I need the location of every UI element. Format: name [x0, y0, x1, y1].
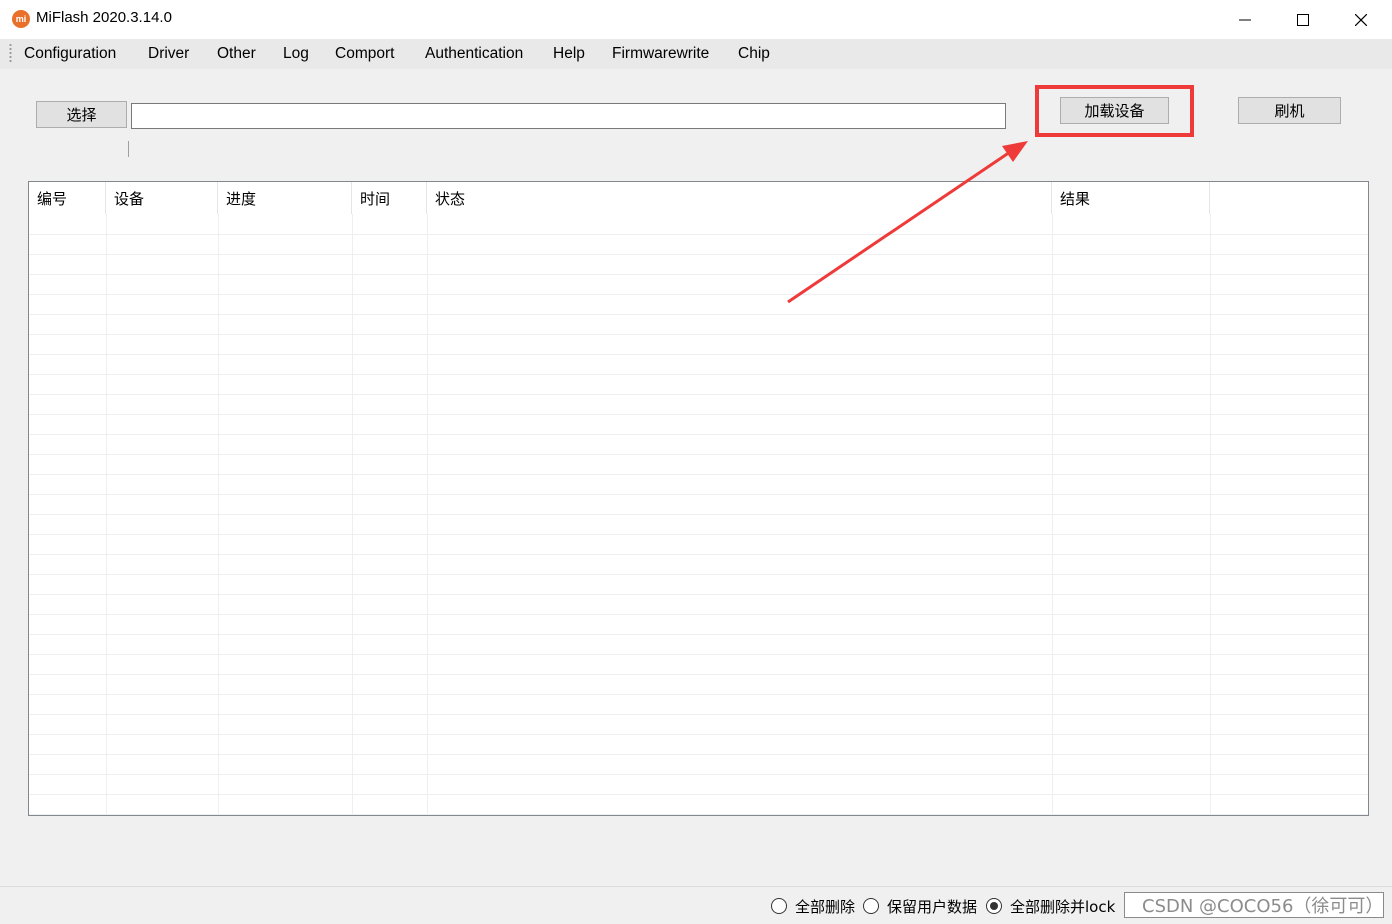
minimize-button[interactable] — [1216, 0, 1274, 39]
grid-row-line — [29, 774, 1368, 775]
grid-row-line — [29, 454, 1368, 455]
grid-row-line — [29, 634, 1368, 635]
grid-row-line — [29, 694, 1368, 695]
highlight-annotation — [1035, 85, 1194, 137]
maximize-icon — [1297, 13, 1309, 26]
grid-row-line — [29, 374, 1368, 375]
menu-chip[interactable]: Chip — [738, 45, 770, 63]
grid-row-line — [29, 574, 1368, 575]
menu-comport[interactable]: Comport — [335, 45, 394, 63]
grid-row-line — [29, 814, 1368, 815]
grid-row-line — [29, 594, 1368, 595]
device-table[interactable]: 编号 设备 进度 时间 状态 结果 — [28, 181, 1369, 816]
radio-save-user-data-label[interactable]: 保留用户数据 — [887, 896, 977, 917]
radio-clean-all[interactable] — [771, 898, 787, 914]
grid-row-line — [29, 534, 1368, 535]
grid-row-line — [29, 434, 1368, 435]
menu-log[interactable]: Log — [283, 45, 309, 63]
column-header-id[interactable]: 编号 — [29, 182, 106, 214]
title-bar: mi MiFlash 2020.3.14.0 — [0, 0, 1392, 39]
menu-grip-icon[interactable] — [9, 43, 12, 63]
menu-other[interactable]: Other — [217, 45, 256, 63]
grid-row-line — [29, 334, 1368, 335]
radio-clean-all-lock-label[interactable]: 全部删除并lock — [1010, 896, 1115, 917]
grid-row-line — [29, 734, 1368, 735]
window-title: MiFlash 2020.3.14.0 — [36, 9, 172, 26]
column-header-device[interactable]: 设备 — [106, 182, 218, 214]
close-icon — [1355, 13, 1367, 26]
column-header-result[interactable]: 结果 — [1052, 182, 1210, 214]
grid-row-line — [29, 754, 1368, 755]
mi-logo-icon: mi — [12, 10, 30, 28]
grid-row-line — [29, 714, 1368, 715]
menu-firmwarewrite[interactable]: Firmwarewrite — [612, 45, 709, 63]
grid-row-line — [29, 654, 1368, 655]
radio-clean-all-label[interactable]: 全部删除 — [795, 896, 855, 917]
radio-save-user-data[interactable] — [863, 898, 879, 914]
menu-help[interactable]: Help — [553, 45, 585, 63]
grid-row-line — [29, 494, 1368, 495]
column-header-progress[interactable]: 进度 — [218, 182, 352, 214]
grid-row-line — [29, 794, 1368, 795]
minimize-icon — [1239, 19, 1251, 20]
table-header: 编号 设备 进度 时间 状态 结果 — [29, 182, 1368, 214]
grid-row-line — [29, 614, 1368, 615]
grid-row-line — [29, 514, 1368, 515]
firmware-path-input[interactable] — [131, 103, 1006, 129]
grid-row-line — [29, 674, 1368, 675]
grid-row-line — [29, 314, 1368, 315]
radio-clean-all-lock[interactable] — [986, 898, 1002, 914]
select-button[interactable]: 选择 — [36, 101, 127, 128]
menu-bar: Configuration Driver Other Log Comport A… — [0, 39, 1392, 69]
grid-row-line — [29, 234, 1368, 235]
grid-row-line — [29, 294, 1368, 295]
grid-row-line — [29, 554, 1368, 555]
menu-configuration[interactable]: Configuration — [24, 45, 116, 63]
close-button[interactable] — [1332, 0, 1390, 39]
menu-authentication[interactable]: Authentication — [425, 45, 523, 63]
menu-driver[interactable]: Driver — [148, 45, 189, 63]
divider — [128, 141, 129, 157]
grid-row-line — [29, 254, 1368, 255]
maximize-button[interactable] — [1274, 0, 1332, 39]
column-header-time[interactable]: 时间 — [352, 182, 427, 214]
column-header-status[interactable]: 状态 — [427, 182, 1052, 214]
grid-row-line — [29, 274, 1368, 275]
grid-row-line — [29, 474, 1368, 475]
grid-row-line — [29, 414, 1368, 415]
watermark: CSDN @COCO56（徐可可） — [1142, 896, 1384, 917]
grid-row-line — [29, 354, 1368, 355]
grid-row-line — [29, 394, 1368, 395]
flash-button[interactable]: 刷机 — [1238, 97, 1341, 124]
